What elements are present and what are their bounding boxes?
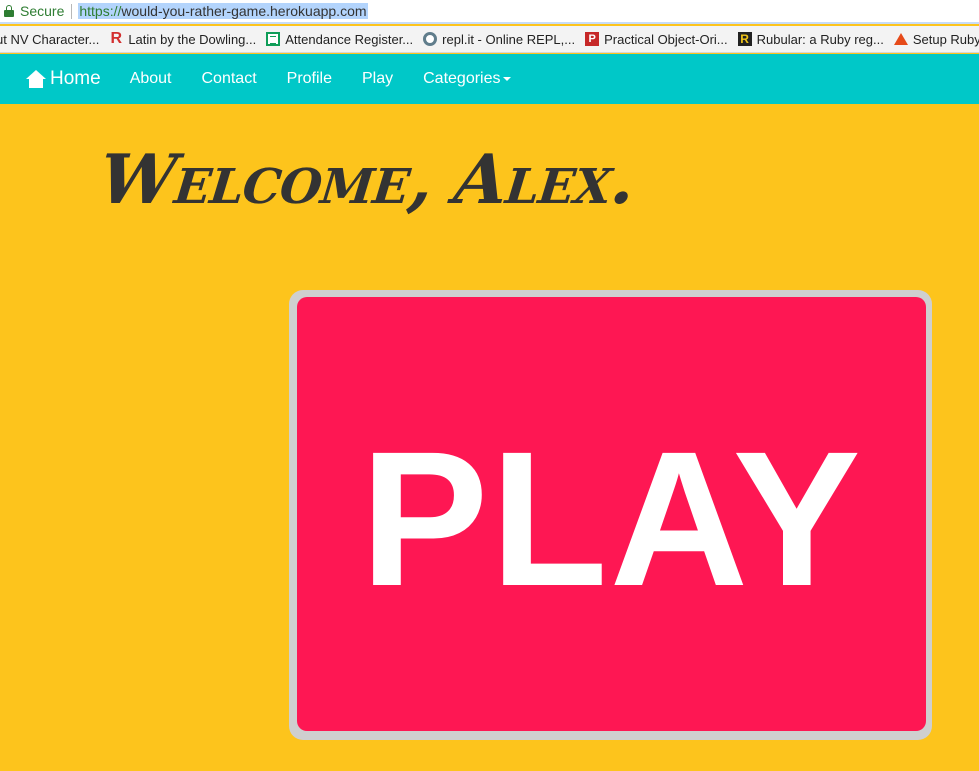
rubular-icon: R [737, 32, 752, 46]
bookmark-attendance[interactable]: Attendance Register... [266, 32, 413, 47]
address-bar[interactable]: Secure https://would-you-rather-game.her… [0, 0, 979, 24]
nav-categories-dropdown[interactable]: Categories [423, 70, 511, 88]
bookmark-nv-character[interactable]: ut NV Character... [0, 32, 99, 47]
r-logo-icon: R [110, 30, 123, 47]
play-button[interactable]: PLAY [297, 297, 926, 731]
nav-home-label: Home [50, 68, 101, 89]
bookmark-label: repl.it - Online REPL,... [442, 31, 576, 47]
nav-about-link[interactable]: About [130, 70, 172, 88]
spreadsheet-icon [266, 32, 281, 46]
secure-label: Secure [20, 3, 65, 19]
repl-icon [423, 32, 438, 46]
home-icon [26, 70, 46, 88]
bookmark-latin[interactable]: R Latin by the Dowling... [109, 30, 257, 47]
welcome-heading: Welcome, Alex. [95, 140, 639, 220]
bookmark-label: Latin by the Dowling... [128, 31, 257, 47]
site-navbar: Home About Contact Profile Play Categori… [0, 54, 979, 104]
bookmark-label: ut NV Character... [0, 31, 100, 47]
bookmark-practical-oo[interactable]: P Practical Object-Ori... [585, 32, 728, 47]
bookmark-rubular[interactable]: R Rubular: a Ruby reg... [737, 31, 884, 47]
address-divider [71, 3, 73, 19]
bookmarks-bar: ut NV Character... R Latin by the Dowlin… [0, 26, 979, 53]
bookmark-label: Rubular: a Ruby reg... [756, 31, 884, 47]
nav-play-link[interactable]: Play [362, 70, 393, 88]
url-host: would-you-rather-game.herokuapp.com [121, 3, 367, 19]
url-scheme: https:// [79, 3, 122, 19]
p-logo-icon: P [585, 32, 600, 46]
bookmark-label: Practical Object-Ori... [604, 31, 728, 47]
triangle-logo-icon [893, 32, 908, 46]
bookmark-setup-ruby[interactable]: Setup Ruby On [893, 31, 979, 47]
bookmark-label: Attendance Register... [285, 31, 414, 47]
bookmark-label: Setup Ruby On [912, 31, 979, 47]
nav-home-link[interactable]: Home [26, 68, 101, 90]
url-text[interactable]: https://would-you-rather-game.herokuapp.… [78, 3, 368, 19]
bookmark-repl[interactable]: repl.it - Online REPL,... [423, 32, 575, 47]
caret-down-icon [502, 76, 511, 81]
nav-profile-link[interactable]: Profile [287, 70, 332, 88]
nav-categories-label: Categories [423, 70, 501, 87]
nav-contact-link[interactable]: Contact [202, 70, 257, 88]
lock-icon [4, 5, 14, 17]
play-button-label: PLAY [360, 410, 863, 626]
